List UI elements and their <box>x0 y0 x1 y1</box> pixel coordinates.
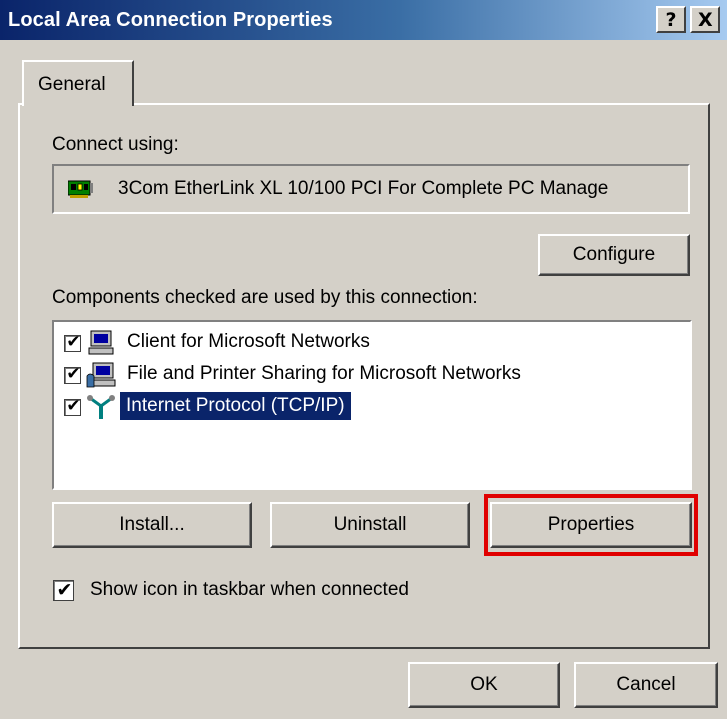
check-mark-icon: ✔ <box>66 396 81 416</box>
title-bar[interactable]: Local Area Connection Properties ? X <box>0 0 727 40</box>
network-protocol-icon <box>87 395 115 419</box>
check-mark-icon: ✔ <box>66 332 81 352</box>
network-card-icon <box>68 180 93 198</box>
tab-general-label: General <box>38 74 106 95</box>
close-button[interactable]: X <box>690 6 720 33</box>
ok-button[interactable]: OK <box>408 662 560 708</box>
check-mark-icon: ✔ <box>56 579 73 601</box>
components-label: Components checked are used by this conn… <box>52 287 478 308</box>
check-mark-icon: ✔ <box>66 364 81 384</box>
highlight-annotation <box>484 494 698 556</box>
adapter-name: 3Com EtherLink XL 10/100 PCI For Complet… <box>118 178 609 199</box>
client-label: Client for Microsoft Networks <box>127 331 370 352</box>
adapter-box: 3Com EtherLink XL 10/100 PCI For Complet… <box>52 164 690 214</box>
tcpip-label: Internet Protocol (TCP/IP) <box>119 391 352 421</box>
connect-using-label: Connect using: <box>52 134 179 155</box>
file-sharing-checkbox[interactable]: ✔ <box>64 364 81 384</box>
list-item-file-sharing[interactable]: ✔ File and Printer Sharing for Microsoft… <box>62 360 682 390</box>
show-icon-checkbox[interactable]: ✔ <box>53 579 74 601</box>
install-button[interactable]: Install... <box>52 502 252 548</box>
list-item-client[interactable]: ✔ Client for Microsoft Networks <box>62 328 682 358</box>
uninstall-button[interactable]: Uninstall <box>270 502 470 548</box>
tcpip-checkbox[interactable]: ✔ <box>64 396 81 416</box>
show-icon-label: Show icon in taskbar when connected <box>90 579 409 600</box>
file-sharing-label: File and Printer Sharing for Microsoft N… <box>127 363 521 384</box>
cancel-button[interactable]: Cancel <box>574 662 718 708</box>
client-checkbox[interactable]: ✔ <box>64 332 81 352</box>
shared-computer-icon <box>86 362 116 388</box>
computer-icon <box>88 330 114 355</box>
list-item-tcpip[interactable]: ✔ Internet Protocol (TCP/IP) <box>62 391 682 422</box>
components-list[interactable]: ✔ Client for Microsoft Networks ✔ File a… <box>52 320 692 490</box>
properties-dialog: Local Area Connection Properties ? X Gen… <box>0 0 727 719</box>
window-title: Local Area Connection Properties <box>8 9 333 31</box>
configure-button[interactable]: Configure <box>538 234 690 276</box>
tab-general[interactable]: General <box>22 60 134 106</box>
help-button[interactable]: ? <box>656 6 686 33</box>
